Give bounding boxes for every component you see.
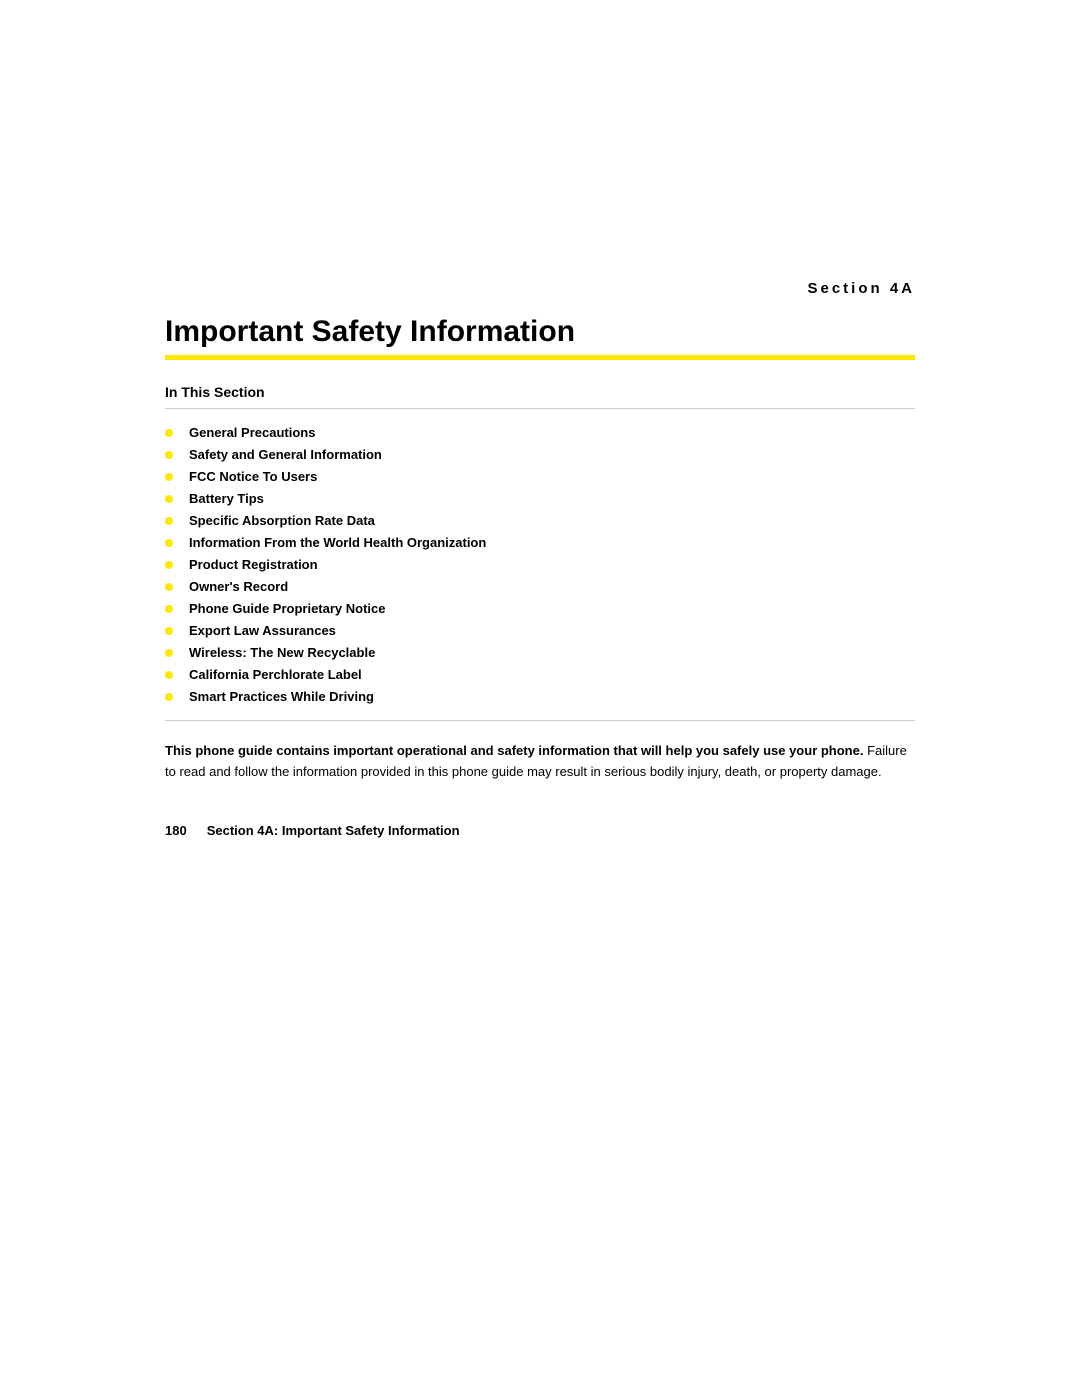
page-footer: 180 Section 4A: Important Safety Informa… <box>165 823 915 838</box>
list-item: Product Registration <box>165 557 915 572</box>
list-item: Safety and General Information <box>165 447 915 462</box>
list-item: Information From the World Health Organi… <box>165 535 915 550</box>
list-item-label: Wireless: The New Recyclable <box>189 645 375 660</box>
list-item-label: Export Law Assurances <box>189 623 336 638</box>
list-item-label: Product Registration <box>189 557 318 572</box>
yellow-rule <box>165 355 915 360</box>
list-item: Smart Practices While Driving <box>165 689 915 704</box>
list-item-label: Safety and General Information <box>189 447 382 462</box>
bullet-icon <box>165 517 173 525</box>
list-item: Specific Absorption Rate Data <box>165 513 915 528</box>
bullet-icon <box>165 495 173 503</box>
bullet-icon <box>165 671 173 679</box>
bullet-icon <box>165 451 173 459</box>
description-block: This phone guide contains important oper… <box>165 741 915 783</box>
list-item-label: Information From the World Health Organi… <box>189 535 486 550</box>
bullet-icon <box>165 473 173 481</box>
list-item: Phone Guide Proprietary Notice <box>165 601 915 616</box>
list-item: Wireless: The New Recyclable <box>165 645 915 660</box>
list-item: FCC Notice To Users <box>165 469 915 484</box>
description-bold: This phone guide contains important oper… <box>165 743 863 758</box>
list-item-label: General Precautions <box>189 425 315 440</box>
list-item: Export Law Assurances <box>165 623 915 638</box>
list-item: California Perchlorate Label <box>165 667 915 682</box>
top-divider <box>165 408 915 409</box>
bullet-icon <box>165 561 173 569</box>
list-item-label: Phone Guide Proprietary Notice <box>189 601 386 616</box>
in-this-section-heading: In This Section <box>165 384 915 400</box>
footer-section-label: Section 4A: Important Safety Information <box>207 823 460 838</box>
bullet-icon <box>165 649 173 657</box>
list-item: Battery Tips <box>165 491 915 506</box>
list-item-label: FCC Notice To Users <box>189 469 317 484</box>
page-number: 180 <box>165 823 187 838</box>
toc-list: General Precautions Safety and General I… <box>165 425 915 704</box>
list-item-label: Battery Tips <box>189 491 264 506</box>
list-item-label: Owner's Record <box>189 579 288 594</box>
bullet-icon <box>165 693 173 701</box>
bullet-icon <box>165 605 173 613</box>
list-item: General Precautions <box>165 425 915 440</box>
bullet-icon <box>165 583 173 591</box>
bullet-icon <box>165 539 173 547</box>
page: Section 4A Important Safety Information … <box>0 0 1080 1397</box>
page-title: Important Safety Information <box>165 315 915 349</box>
bullet-icon <box>165 627 173 635</box>
bottom-divider <box>165 720 915 721</box>
section-label: Section 4A <box>165 280 915 297</box>
list-item: Owner's Record <box>165 579 915 594</box>
content-area: Section 4A Important Safety Information … <box>165 0 915 838</box>
list-item-label: Smart Practices While Driving <box>189 689 374 704</box>
bullet-icon <box>165 429 173 437</box>
list-item-label: California Perchlorate Label <box>189 667 362 682</box>
list-item-label: Specific Absorption Rate Data <box>189 513 375 528</box>
